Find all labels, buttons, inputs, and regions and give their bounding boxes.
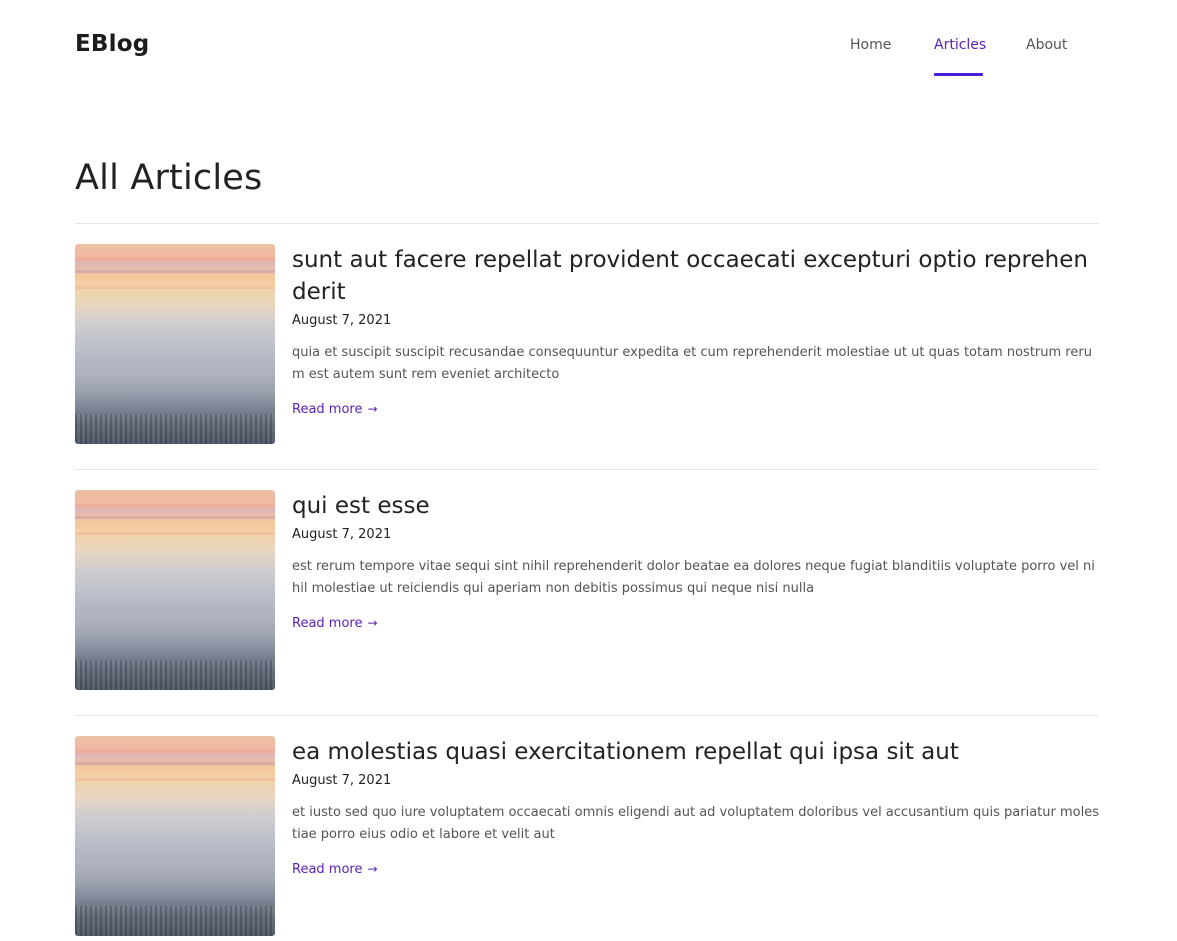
arrow-right-icon: →	[367, 862, 378, 876]
article-date: August 7, 2021	[292, 527, 392, 542]
article-excerpt: est rerum tempore vitae sequi sint nihil…	[292, 559, 1095, 596]
site-header: EBlog Home Articles About	[0, 0, 1177, 96]
article-card: qui est esse August 7, 2021 est rerum te…	[75, 490, 1099, 690]
article-excerpt: et iusto sed quo iure voluptatem occaeca…	[292, 805, 1099, 842]
article-date: August 7, 2021	[292, 773, 392, 788]
article-title[interactable]: sunt aut facere repellat provident occae…	[292, 244, 1099, 308]
nav-item-about[interactable]: About	[1026, 37, 1067, 53]
divider	[75, 223, 1099, 224]
article-title[interactable]: ea molestias quasi exercitationem repell…	[292, 736, 1099, 768]
arrow-right-icon: →	[367, 402, 378, 416]
article-thumbnail[interactable]	[75, 736, 275, 936]
read-more-link[interactable]: Read more →	[292, 862, 378, 877]
read-more-link[interactable]: Read more →	[292, 402, 378, 417]
read-more-link[interactable]: Read more →	[292, 616, 378, 631]
divider	[75, 715, 1099, 716]
article-excerpt: quia et suscipit suscipit recusandae con…	[292, 345, 1092, 382]
article-card: ea molestias quasi exercitationem repell…	[75, 736, 1099, 936]
article-date: August 7, 2021	[292, 313, 392, 328]
read-more-label: Read more	[292, 616, 363, 631]
nav-item-articles[interactable]: Articles	[934, 37, 986, 53]
read-more-label: Read more	[292, 402, 363, 417]
active-nav-indicator	[934, 73, 983, 76]
article-title[interactable]: qui est esse	[292, 490, 1099, 522]
article-thumbnail[interactable]	[75, 490, 275, 690]
arrow-right-icon: →	[367, 616, 378, 630]
main-nav: Home Articles About	[0, 0, 1177, 96]
page-title: All Articles	[75, 158, 263, 198]
article-card: sunt aut facere repellat provident occae…	[75, 244, 1099, 444]
divider	[75, 469, 1099, 470]
article-thumbnail[interactable]	[75, 244, 275, 444]
nav-item-home[interactable]: Home	[850, 37, 891, 53]
read-more-label: Read more	[292, 862, 363, 877]
